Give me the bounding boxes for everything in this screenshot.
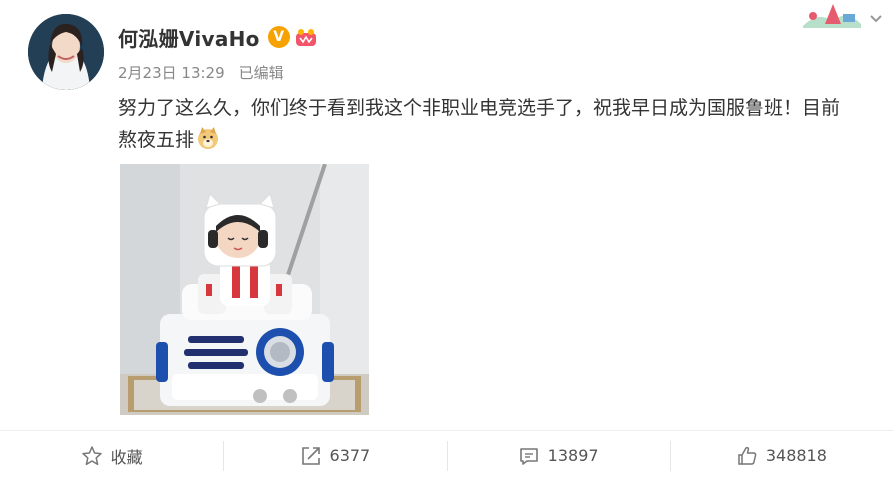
- post-image[interactable]: [120, 164, 369, 415]
- post-content: 努力了这么久，你们终于看到我这个非职业电竞选手了，祝我早日成为国服鲁班！目前熬夜…: [118, 92, 858, 156]
- action-bar: 收藏 6377 13897 348818: [0, 431, 893, 480]
- comment-icon: [519, 447, 538, 465]
- favorite-button[interactable]: 收藏: [0, 431, 223, 480]
- repost-count: 6377: [329, 446, 371, 465]
- star-icon: [81, 445, 102, 465]
- post-text: 努力了这么久，你们终于看到我这个非职业电竞选手了，祝我早日成为国服鲁班！目前熬夜…: [118, 97, 841, 151]
- author-name[interactable]: 何泓姗VivaHo: [118, 23, 260, 52]
- edited-label[interactable]: 已编辑: [239, 62, 284, 83]
- avatar[interactable]: [28, 14, 104, 90]
- comment-count: 13897: [547, 446, 599, 465]
- thumbs-up-icon: [738, 446, 757, 465]
- doge-emoji-icon: [198, 127, 219, 149]
- like-button[interactable]: 348818: [669, 431, 893, 480]
- chevron-down-icon[interactable]: [869, 14, 883, 24]
- member-crown-icon: [295, 29, 316, 46]
- favorite-label: 收藏: [110, 447, 143, 467]
- verified-mark: V: [273, 29, 285, 45]
- share-icon: [301, 446, 320, 465]
- like-count: 348818: [765, 446, 827, 465]
- repost-button[interactable]: 6377: [223, 431, 446, 480]
- post-timestamp[interactable]: 2月23日 13:29: [118, 62, 225, 83]
- profile-decoration-icon: [803, 4, 861, 28]
- comment-button[interactable]: 13897: [446, 431, 670, 480]
- verified-badge-icon: V: [267, 26, 290, 48]
